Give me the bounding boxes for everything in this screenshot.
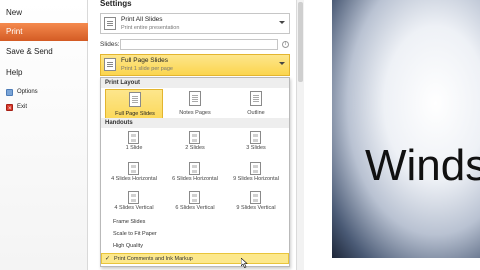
handout-icon — [250, 162, 261, 175]
nav-exit[interactable]: Exit — [6, 101, 28, 115]
scrollbar-thumb[interactable] — [298, 2, 303, 82]
exit-icon — [6, 103, 13, 115]
print-range-dropdown[interactable]: Print All Slides Print entire presentati… — [100, 13, 290, 34]
handout-label: 6 Slides Vertical — [175, 205, 215, 211]
settings-panel: Settings Print All Slides Print entire p… — [94, 0, 294, 270]
handout-label: 9 Slides Vertical — [236, 205, 276, 211]
handout-label: 4 Slides Horizontal — [111, 176, 157, 182]
high-quality-label: High Quality — [113, 243, 143, 249]
handout-label: 9 Slides Horizontal — [233, 176, 279, 182]
handout-icon — [128, 131, 139, 144]
settings-title: Settings — [100, 0, 132, 8]
handout-6-vertical[interactable]: 6 Slides Vertical — [164, 191, 226, 213]
handout-icon — [250, 131, 261, 144]
layout-full-page-label: Full Page Slides — [115, 111, 155, 117]
options-icon — [6, 88, 13, 96]
slides-icon — [104, 17, 116, 30]
full-page-icon — [129, 92, 141, 107]
settings-scrollbar[interactable] — [296, 0, 304, 270]
handout-icon — [250, 191, 261, 204]
full-page-icon — [104, 58, 116, 71]
nav-help[interactable]: Help — [0, 64, 86, 82]
info-icon[interactable]: i — [282, 41, 289, 48]
handouts-header: Handouts — [101, 118, 289, 128]
layout-menu: Print Layout Full Page Slides Notes Page… — [100, 77, 290, 267]
handout-9-vertical[interactable]: 9 Slides Vertical — [225, 191, 287, 213]
handout-3-slides[interactable]: 3 Slides — [225, 131, 287, 153]
handout-label: 1 Slide — [125, 145, 143, 151]
layout-outline-label: Outline — [247, 110, 265, 116]
notes-page-icon — [189, 91, 201, 106]
nav-options-label: Options — [17, 89, 38, 95]
handout-6-horizontal[interactable]: 6 Slides Horizontal — [164, 162, 226, 184]
handout-label: 6 Slides Horizontal — [172, 176, 218, 182]
slide-preview: Winds — [332, 0, 480, 258]
print-comments-label: Print Comments and Ink Markup — [114, 256, 193, 262]
handout-label: 2 Slides — [185, 145, 205, 151]
print-comments-option[interactable]: ✓ Print Comments and Ink Markup — [101, 253, 289, 264]
layout-main: Full Page Slides — [121, 57, 168, 64]
outline-icon — [250, 91, 262, 106]
print-range-main: Print All Slides — [121, 16, 163, 23]
handout-icon — [128, 191, 139, 204]
nav-print[interactable]: Print — [0, 23, 88, 41]
slides-input[interactable] — [120, 39, 278, 50]
print-range-sub: Print entire presentation — [121, 25, 180, 31]
layout-sub: Print 1 slide per page — [121, 66, 173, 72]
print-layout-header: Print Layout — [101, 78, 289, 88]
handout-4-horizontal[interactable]: 4 Slides Horizontal — [103, 162, 165, 184]
nav-exit-label: Exit — [17, 104, 28, 110]
slides-label: Slides: — [100, 41, 120, 48]
nav-save-send[interactable]: Save & Send — [0, 43, 86, 61]
slide-title-text: Winds — [365, 141, 480, 190]
handout-1-slide[interactable]: 1 Slide — [103, 131, 165, 153]
high-quality-option[interactable]: High Quality — [101, 241, 289, 252]
nav-options[interactable]: Options — [6, 86, 38, 98]
print-preview: Winds — [304, 0, 480, 270]
frame-slides-label: Frame Slides — [113, 219, 146, 225]
handout-icon — [189, 191, 200, 204]
handout-9-horizontal[interactable]: 9 Slides Horizontal — [225, 162, 287, 184]
scale-to-fit-label: Scale to Fit Paper — [113, 231, 157, 237]
handout-label: 3 Slides — [246, 145, 266, 151]
handout-icon — [128, 162, 139, 175]
handout-label: 4 Slides Vertical — [114, 205, 154, 211]
layout-notes-pages-label: Notes Pages — [179, 110, 211, 116]
nav-new[interactable]: New — [0, 4, 86, 22]
backstage-nav: New Print Save & Send Help Options Exit — [0, 0, 88, 270]
handout-icon — [189, 162, 200, 175]
mouse-cursor-icon — [241, 258, 248, 268]
scale-to-fit-option[interactable]: Scale to Fit Paper — [101, 229, 289, 240]
frame-slides-option[interactable]: Frame Slides — [101, 217, 289, 228]
handout-2-slides[interactable]: 2 Slides — [164, 131, 226, 153]
chevron-down-icon — [279, 62, 285, 65]
chevron-down-icon — [279, 21, 285, 24]
layout-dropdown[interactable]: Full Page Slides Print 1 slide per page — [100, 54, 290, 76]
check-icon: ✓ — [105, 256, 111, 262]
handout-icon — [189, 131, 200, 144]
handout-4-vertical[interactable]: 4 Slides Vertical — [103, 191, 165, 213]
